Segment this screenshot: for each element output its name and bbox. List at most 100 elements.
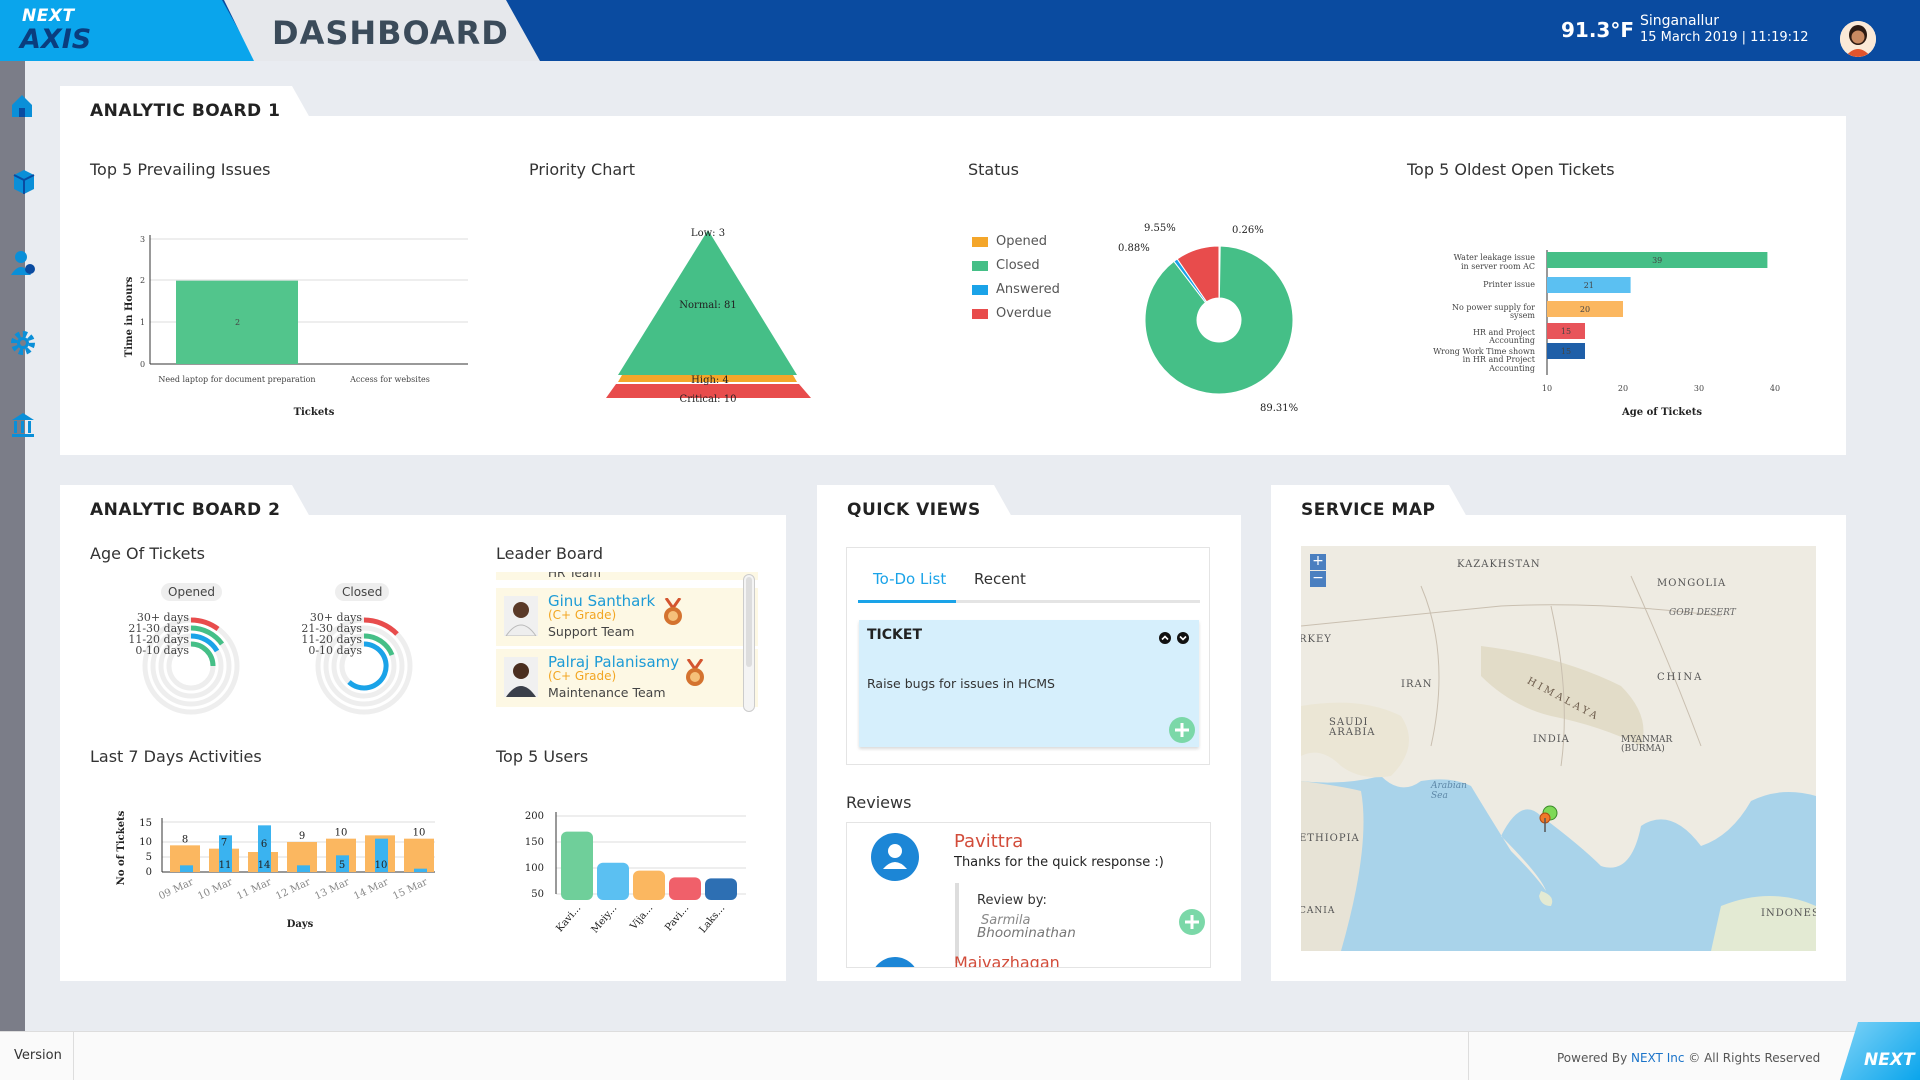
- svg-text:5: 5: [146, 852, 152, 863]
- user-avatar[interactable]: [1840, 21, 1876, 57]
- map-label: SAUDI ARABIA: [1329, 717, 1376, 738]
- svg-text:50: 50: [531, 889, 544, 900]
- last7-bar-blue[interactable]: [414, 868, 427, 872]
- page-title-tab: DASHBOARD: [224, 0, 540, 61]
- priority-label-critical: Critical: 10: [680, 394, 737, 405]
- last7-xtick: 13 Mar: [313, 877, 351, 903]
- tab-recent[interactable]: Recent: [974, 570, 1026, 588]
- chevron-up-icon[interactable]: [1159, 632, 1171, 644]
- map-zoom-in[interactable]: +: [1310, 554, 1326, 570]
- issues-ytick: 2: [140, 276, 145, 285]
- logo-text-top: NEXT: [22, 6, 75, 26]
- issues-ytick: 0: [140, 360, 145, 369]
- last7-xtick: 12 Mar: [274, 877, 312, 903]
- sidebar: [0, 61, 35, 1031]
- leader-partial-team: HR Team: [548, 572, 601, 580]
- chevron-down-icon[interactable]: [1177, 632, 1189, 644]
- last7-bar-label: 10: [335, 828, 348, 839]
- leader-row[interactable]: Palraj Palanisamy (C+ Grade) Maintenance…: [496, 649, 758, 707]
- last7-bar-label: 6: [261, 839, 267, 850]
- map-canvas[interactable]: [1301, 546, 1816, 951]
- leader-team: Support Team: [548, 624, 635, 639]
- add-todo-button[interactable]: [1169, 717, 1195, 743]
- issues-xlabel: Tickets: [294, 407, 335, 418]
- reviews-list[interactable]: Pavittra Thanks for the quick response :…: [846, 822, 1211, 968]
- map-label: Arabian Sea: [1431, 781, 1467, 801]
- map-label: GOBI DESERT: [1669, 608, 1736, 618]
- age-closed-label: Closed: [335, 583, 390, 601]
- map-zoom-out[interactable]: −: [1310, 571, 1326, 587]
- priority-label-high: High: 4: [691, 375, 729, 386]
- service-map[interactable]: + − KAZAKHSTAN MONGOLIA GOBI DESERT RKEY…: [1301, 546, 1816, 951]
- issues-ytick: 3: [140, 235, 145, 244]
- top5-user-bar[interactable]: [669, 877, 701, 900]
- status-legend-overdue[interactable]: Overdue: [972, 306, 1052, 321]
- status-donut-chart: 9.55% 0.26% 0.88% 89.31%: [1118, 223, 1298, 414]
- logo-text-bottom: AXIS: [20, 24, 92, 55]
- status-legend-opened[interactable]: Opened: [972, 234, 1047, 249]
- map-label: INDIA: [1533, 734, 1570, 745]
- app-logo[interactable]: NEXT AXIS: [0, 0, 256, 61]
- bank-icon[interactable]: [10, 411, 38, 439]
- oldest-xlabel: Age of Tickets: [1621, 407, 1702, 418]
- svg-text:Accounting: Accounting: [1488, 336, 1535, 345]
- map-label: MYANMAR (BURMA): [1621, 735, 1673, 754]
- leader-row[interactable]: Ginu Santhark (C+ Grade) Support Team: [496, 588, 758, 646]
- last7-ylabel: No of Tickets: [116, 810, 127, 885]
- leader-board-scrollbar[interactable]: [743, 574, 755, 712]
- issues-chart-title: Top 5 Prevailing Issues: [90, 160, 271, 179]
- svg-text:0: 0: [146, 867, 152, 878]
- cube-icon[interactable]: [10, 167, 38, 195]
- temperature: 91.3°F: [1561, 18, 1635, 42]
- svg-text:200: 200: [525, 811, 544, 822]
- leader-grade: (C+ Grade): [548, 669, 617, 683]
- reviewer-avatar-icon: [875, 957, 915, 967]
- tab-todo-list[interactable]: To-Do List: [873, 570, 946, 588]
- review-name[interactable]: Pavittra: [954, 831, 1023, 852]
- location: Singanallur: [1640, 13, 1719, 29]
- svg-text:150: 150: [525, 837, 544, 848]
- company-link[interactable]: NEXT Inc: [1631, 1051, 1684, 1065]
- top5-user-bar[interactable]: [561, 831, 593, 900]
- map-label: ETHIOPIA: [1301, 833, 1360, 844]
- top5-xtick: Pavi...: [663, 903, 691, 934]
- avatar-icon: [1840, 21, 1876, 57]
- gear-icon[interactable]: [10, 329, 38, 357]
- last7-chart-title: Last 7 Days Activities: [90, 747, 262, 766]
- last7-bar-blue[interactable]: [297, 865, 310, 872]
- last7-bar-label: 10: [413, 828, 426, 839]
- top5-user-bar[interactable]: [633, 870, 665, 900]
- home-icon[interactable]: [10, 91, 38, 119]
- last7-xtick: 14 Mar: [352, 877, 390, 903]
- issues-chart: 3 2 1 0 2 Need laptop for document prepa…: [124, 235, 468, 418]
- last7-bar-orange[interactable]: [404, 838, 434, 872]
- age-opened-label: Opened: [161, 583, 223, 601]
- todo-card[interactable]: TICKET Raise bugs for issues in HCMS: [859, 620, 1199, 747]
- svg-text:10: 10: [139, 837, 152, 848]
- review-name-next[interactable]: Maivazhagan: [954, 953, 1060, 967]
- top5-xtick: Laks...: [697, 903, 727, 936]
- page-title: DASHBOARD: [272, 14, 509, 52]
- scrollbar-thumb[interactable]: [746, 577, 752, 667]
- last7-bar-label: 11: [219, 860, 232, 871]
- last7-xtick: 10 Mar: [196, 877, 234, 903]
- last7-xlabel: Days: [287, 919, 314, 930]
- oldest-bar-label: 39: [1652, 256, 1662, 265]
- review-text: Thanks for the quick response :): [954, 855, 1164, 870]
- top5-user-bar[interactable]: [597, 862, 629, 900]
- medal-icon: [664, 598, 682, 625]
- last7-xtick: 15 Mar: [391, 877, 429, 903]
- status-legend-closed[interactable]: Closed: [972, 258, 1040, 273]
- issues-ytick: 1: [140, 318, 145, 327]
- add-review-button[interactable]: [1179, 909, 1205, 935]
- top5-users-chart: 200 150 100 50 Kavi... Meiy... Vija... Pavi…: [525, 811, 746, 936]
- map-label: IRAN: [1401, 679, 1433, 690]
- svg-text:in HR and Project: in HR and Project: [1463, 355, 1536, 364]
- last7-bar-blue[interactable]: [180, 865, 193, 872]
- top5-user-bar[interactable]: [705, 878, 737, 900]
- user-settings-icon[interactable]: [10, 249, 38, 277]
- status-legend-answered[interactable]: Answered: [972, 282, 1060, 297]
- service-map-title: SERVICE MAP: [1271, 485, 1467, 517]
- map-pin-icon[interactable]: [1536, 804, 1560, 834]
- oldest-bar-label: 15: [1561, 347, 1571, 356]
